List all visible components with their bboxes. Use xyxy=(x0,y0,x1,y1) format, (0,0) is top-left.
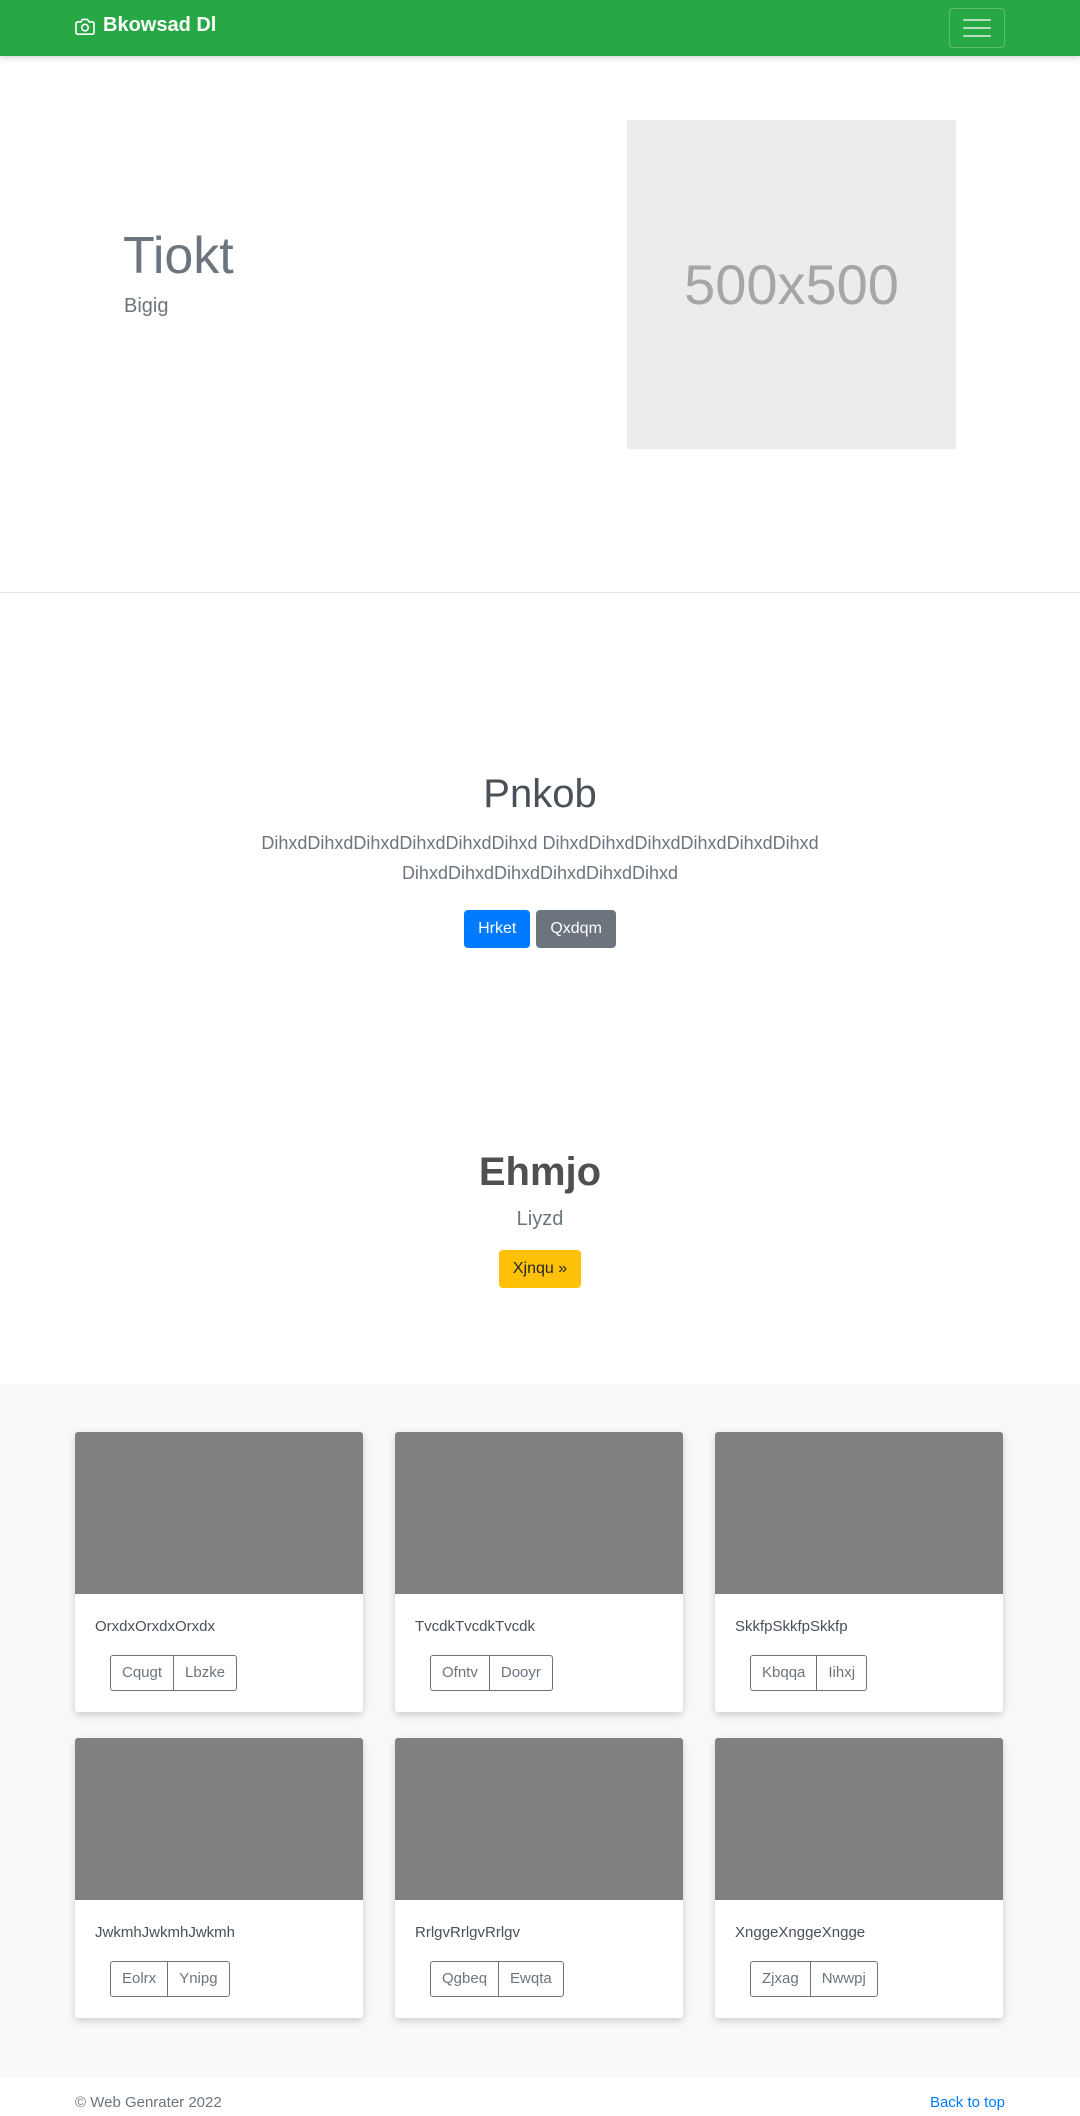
jumbotron-text-line: DihxdDihxdDihxdDihxdDihxdDihxd DihxdDihx… xyxy=(261,833,819,853)
footer-copyright: © Web Genrater 2022 xyxy=(75,2094,222,2111)
card-button-group: Eolrx Ynipg xyxy=(110,1961,230,1997)
card-button-group: Kbqqa Iihxj xyxy=(750,1655,868,1691)
card-thumbnail xyxy=(395,1738,683,1900)
card-text: OrxdxOrxdxOrxdx xyxy=(95,1618,216,1635)
feature-title: Ehmjo xyxy=(478,1150,602,1194)
card-thumbnail xyxy=(715,1432,1003,1594)
card-button[interactable]: Cqugt xyxy=(110,1655,175,1691)
back-to-top-link[interactable]: Back to top xyxy=(930,2094,1005,2111)
secondary-button[interactable]: Qxdqm xyxy=(536,910,616,948)
hamburger-icon[interactable] xyxy=(949,8,1005,48)
card-text: RrlgvRrlgvRrlgv xyxy=(415,1924,521,1941)
card-button-group: Ofntv Dooyr xyxy=(430,1655,553,1691)
card-thumbnail xyxy=(75,1432,363,1594)
card-thumbnail xyxy=(715,1738,1003,1900)
album-card: JwkmhJwkmhJwkmh Eolrx Ynipg xyxy=(75,1738,363,2018)
album-card: SkkfpSkkfpSkkfp Kbqqa Iihxj xyxy=(715,1432,1003,1712)
feature-button[interactable]: Xjnqu » xyxy=(498,1250,582,1288)
card-button[interactable]: Ewqta xyxy=(499,1961,564,1997)
card-button[interactable]: Nwwpj xyxy=(810,1961,878,1997)
card-thumbnail xyxy=(75,1738,363,1900)
jumbotron-buttons: Hrket Qxdqm xyxy=(0,910,1080,948)
navbar: Bkowsad Dl xyxy=(0,0,1080,56)
card-text: JwkmhJwkmhJwkmh xyxy=(95,1924,236,1941)
card-button[interactable]: Ynipg xyxy=(168,1961,230,1997)
card-button[interactable]: Qgbeq xyxy=(430,1961,500,1997)
card-button-group: Qgbeq Ewqta xyxy=(430,1961,564,1997)
card-button[interactable]: Kbqqa xyxy=(750,1655,818,1691)
card-text: TvcdkTvcdkTvcdk xyxy=(415,1618,536,1635)
jumbotron-text-line: DihxdDihxdDihxdDihxdDihxdDihxd xyxy=(401,863,679,883)
placeholder-label: 500x500 xyxy=(684,253,899,316)
navbar-brand[interactable]: Bkowsad Dl xyxy=(75,14,216,37)
album-card: XnggeXnggeXngge Zjxag Nwwpj xyxy=(715,1738,1003,2018)
hero-title: Tiokt xyxy=(123,227,234,285)
card-button-group: Zjxag Nwwpj xyxy=(750,1961,878,1997)
section-divider xyxy=(0,592,1080,593)
hero-placeholder-image: 500x500 xyxy=(627,120,956,449)
album-card: RrlgvRrlgvRrlgv Qgbeq Ewqta xyxy=(395,1738,683,2018)
card-button[interactable]: Lbzke xyxy=(174,1655,238,1691)
card-button[interactable]: Dooyr xyxy=(489,1655,553,1691)
jumbotron-text: DihxdDihxdDihxdDihxdDihxdDihxd DihxdDihx… xyxy=(0,828,1080,888)
feature-button-wrap: Xjnqu » xyxy=(0,1250,1080,1288)
jumbotron-title: Pnkob xyxy=(483,772,597,816)
card-button-group: Cqugt Lbzke xyxy=(110,1655,238,1691)
feature-subtitle: Liyzd xyxy=(516,1208,564,1230)
card-text: SkkfpSkkfpSkkfp xyxy=(735,1618,848,1635)
card-button[interactable]: Iihxj xyxy=(817,1655,868,1691)
card-button[interactable]: Eolrx xyxy=(110,1961,169,1997)
card-text: XnggeXnggeXngge xyxy=(735,1924,866,1941)
camera-icon xyxy=(75,18,95,35)
card-button[interactable]: Zjxag xyxy=(750,1961,811,1997)
album-section: OrxdxOrxdxOrxdx Cqugt Lbzke TvcdkTvcdkTv… xyxy=(0,1384,1080,2078)
card-thumbnail xyxy=(395,1432,683,1594)
album-card: OrxdxOrxdxOrxdx Cqugt Lbzke xyxy=(75,1432,363,1712)
album-card: TvcdkTvcdkTvcdk Ofntv Dooyr xyxy=(395,1432,683,1712)
primary-button[interactable]: Hrket xyxy=(464,910,531,948)
card-button[interactable]: Ofntv xyxy=(430,1655,490,1691)
hero-subtitle: Bigig xyxy=(124,295,169,317)
brand-text: Bkowsad Dl xyxy=(103,14,217,36)
